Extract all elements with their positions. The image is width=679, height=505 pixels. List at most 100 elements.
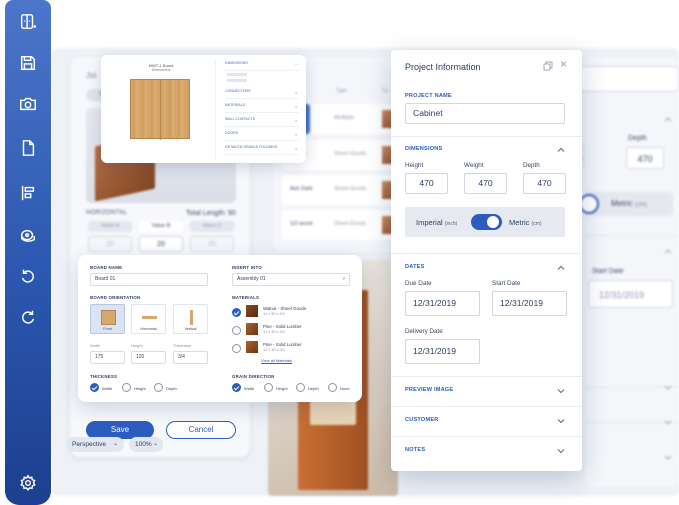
- radio-label: Height: [134, 386, 146, 391]
- section-divider: [391, 436, 582, 437]
- chevron-up-icon[interactable]: [664, 248, 672, 254]
- value-column-a[interactable]: Value A 20: [88, 221, 132, 252]
- orientation-front-option[interactable]: Front: [90, 304, 125, 334]
- customer-section-label[interactable]: CUSTOMER: [405, 417, 439, 423]
- due-date-label: Due Date: [405, 280, 432, 287]
- grain-none-radio[interactable]: [328, 383, 337, 392]
- material-option[interactable]: Walnut - Sheet Goods 12 x 30 x 3/4: [232, 305, 342, 319]
- board-preview-subtitle: Dimensions: [151, 68, 171, 72]
- board-section-row[interactable]: CONNECTORS v: [225, 89, 299, 99]
- chevron-up-icon[interactable]: [557, 146, 565, 154]
- close-icon[interactable]: ×: [560, 58, 571, 70]
- chevron-up-icon[interactable]: [557, 264, 565, 272]
- value-column-b[interactable]: Value B 20: [139, 221, 183, 252]
- background-depth-field[interactable]: 470: [626, 147, 664, 169]
- insert-into-select[interactable]: Assembly 01 v: [232, 273, 350, 286]
- start-date-input[interactable]: 12/31/2019: [492, 291, 567, 316]
- material-dimensions: 12 x 30 x 3/4: [263, 312, 285, 316]
- weight-input[interactable]: 470: [464, 173, 507, 194]
- undo-icon[interactable]: [18, 266, 38, 286]
- height-input[interactable]: 470: [405, 173, 448, 194]
- orientation-vertical-option[interactable]: Vertical: [173, 304, 208, 334]
- material-dimensions: 12 x 30 x 3/4: [263, 330, 285, 334]
- metric-label[interactable]: Metric (cm): [509, 218, 542, 227]
- thickness-height-radio[interactable]: [122, 383, 131, 392]
- cu-column-header: Cu: [382, 88, 389, 94]
- thickness-depth-radio[interactable]: [154, 383, 163, 392]
- units-toggle[interactable]: [471, 214, 502, 230]
- grain-height-radio[interactable]: [264, 383, 273, 392]
- chevron-down-icon[interactable]: [664, 455, 672, 461]
- chevron-down-icon[interactable]: [557, 387, 565, 395]
- chevron-down-icon: v: [295, 105, 297, 109]
- section-divider: [391, 376, 582, 377]
- material-roll-icon[interactable]: [18, 226, 38, 246]
- materials-list-row[interactable]: 1/2 wood Sheet Goods: [282, 210, 400, 240]
- board-name-input[interactable]: Board 01: [90, 273, 208, 286]
- delivery-date-input[interactable]: 12/31/2019: [405, 339, 480, 364]
- material-type: Sheet Goods: [334, 186, 367, 192]
- grain-depth-radio[interactable]: [296, 383, 305, 392]
- chevron-down-icon[interactable]: [557, 417, 565, 425]
- settings-icon[interactable]: [18, 473, 38, 493]
- redo-icon[interactable]: [18, 307, 38, 327]
- restore-window-icon[interactable]: [543, 61, 553, 71]
- value-column-c[interactable]: Value C 20: [190, 221, 234, 252]
- board-section-row[interactable]: MATERIALS v: [225, 103, 299, 113]
- new-layout-icon[interactable]: [18, 12, 38, 32]
- notes-section-label[interactable]: NOTES: [405, 447, 425, 453]
- materials-label: MATERIALS: [232, 295, 260, 300]
- value-label: Value B: [139, 221, 183, 232]
- cancel-button[interactable]: Cancel: [166, 421, 236, 439]
- chevron-down-icon[interactable]: [664, 420, 672, 426]
- board-section-row[interactable]: DOORS v: [225, 131, 299, 141]
- align-icon[interactable]: [18, 183, 38, 203]
- save-icon[interactable]: [18, 53, 38, 73]
- material-radio[interactable]: [232, 344, 241, 353]
- board-section-row[interactable]: DIMENSIONS ^: [225, 61, 299, 71]
- depth-input[interactable]: 470: [523, 173, 566, 194]
- board-section-row[interactable]: WALL CONTACTS v: [225, 117, 299, 127]
- view-all-materials-link[interactable]: View all Materials: [261, 358, 292, 363]
- grain-width-radio[interactable]: [232, 383, 241, 392]
- zoom-dropdown[interactable]: 100% ⌄: [129, 437, 163, 452]
- perspective-dropdown[interactable]: Perspective ⌄: [66, 437, 124, 452]
- board-name-label: BOARD NAME: [90, 265, 123, 270]
- horizontal-orientation-icon: [142, 316, 157, 319]
- project-name-input[interactable]: Cabinet: [405, 103, 565, 124]
- material-radio[interactable]: [232, 326, 241, 335]
- width-input[interactable]: 175: [90, 351, 125, 364]
- thickness-input[interactable]: 3/4: [173, 351, 208, 364]
- material-name: Pine - Solid Lumber: [263, 324, 302, 329]
- material-radio[interactable]: [232, 308, 241, 317]
- background-units-toggle[interactable]: Metric (cm): [579, 192, 673, 216]
- camera-icon[interactable]: [18, 94, 38, 114]
- material-option[interactable]: Pine - Solid Lumber 12 x 30 x 3/4: [232, 323, 342, 337]
- chevron-down-icon[interactable]: [557, 447, 565, 455]
- chevron-up-icon[interactable]: [664, 116, 672, 122]
- due-date-input[interactable]: 12/31/2019: [405, 291, 480, 316]
- background-start-date-field[interactable]: 12/31/2019: [588, 280, 673, 308]
- project-name-section-label: PROJECT NAME: [405, 93, 452, 99]
- board-section-row[interactable]: DETAILED GRAIN & FOLDINGS v: [225, 145, 299, 155]
- material-name: Walnut - Sheet Goods: [263, 306, 307, 311]
- value-field[interactable]: 20: [139, 236, 183, 252]
- material-option[interactable]: Pine - Solid Lumber 12 x 30 x 3/4: [232, 341, 342, 355]
- orientation-horizontal-option[interactable]: Horizontal: [131, 304, 166, 334]
- material-name: Pine - Solid Lumber: [263, 342, 302, 347]
- value-field[interactable]: 20: [190, 236, 234, 252]
- radio-label: Depth: [308, 386, 319, 391]
- background-search-field[interactable]: [580, 66, 679, 92]
- preview-image-section-label[interactable]: PREVIEW IMAGE: [405, 387, 453, 393]
- imperial-label[interactable]: Imperial (inch): [416, 218, 457, 227]
- value-field[interactable]: 20: [88, 236, 132, 252]
- thickness-width-radio[interactable]: [90, 383, 99, 392]
- height-input[interactable]: 120: [131, 351, 166, 364]
- chevron-down-icon[interactable]: [664, 385, 672, 391]
- background-metric-label: Metric (cm): [611, 199, 648, 208]
- materials-list-row[interactable]: Ash Dark Sheet Goods: [282, 175, 400, 205]
- document-icon[interactable]: [18, 138, 38, 158]
- chevron-up-icon: ^: [295, 63, 297, 67]
- board-section-label: CONNECTORS: [225, 89, 251, 93]
- chevron-down-icon: ⌄: [112, 441, 118, 447]
